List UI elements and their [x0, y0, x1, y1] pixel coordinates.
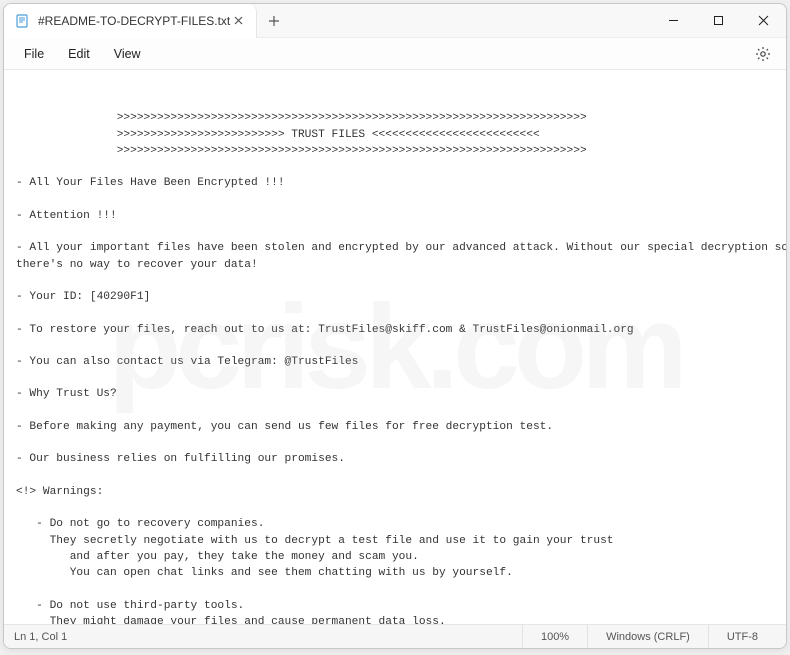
file-tab[interactable]: #README-TO-DECRYPT-FILES.txt [4, 4, 257, 38]
menu-view[interactable]: View [102, 43, 153, 65]
titlebar: #README-TO-DECRYPT-FILES.txt [4, 4, 786, 38]
tab-title: #README-TO-DECRYPT-FILES.txt [38, 14, 230, 28]
statusbar: Ln 1, Col 1 100% Windows (CRLF) UTF-8 [4, 624, 786, 648]
menu-file[interactable]: File [12, 43, 56, 65]
text-line: - Your ID: [40290F1] [16, 291, 150, 303]
gear-icon [755, 46, 771, 62]
text-line: - Before making any payment, you can sen… [16, 421, 553, 433]
status-position: Ln 1, Col 1 [14, 631, 522, 643]
status-eol: Windows (CRLF) [587, 625, 708, 648]
settings-button[interactable] [748, 39, 778, 69]
text-line: >>>>>>>>>>>>>>>>>>>>>>>>>>>>>>>>>>>>>>>>… [16, 112, 587, 124]
text-line: - All your important files have been sto… [16, 242, 786, 270]
tab-close-button[interactable] [230, 13, 246, 29]
text-line: >>>>>>>>>>>>>>>>>>>>>>>>> TRUST FILES <<… [16, 129, 540, 141]
notepad-icon [14, 13, 30, 29]
window-controls [651, 4, 786, 38]
menu-edit[interactable]: Edit [56, 43, 102, 65]
text-line: - To restore your files, reach out to us… [16, 324, 634, 336]
text-line: - Why Trust Us? [16, 388, 117, 400]
text-line: <!> Warnings: [16, 486, 103, 498]
maximize-button[interactable] [696, 4, 741, 38]
text-line: - Do not go to recovery companies. They … [16, 518, 614, 579]
text-editor-area[interactable]: pcrisk.com >>>>>>>>>>>>>>>>>>>>>>>>>>>>>… [4, 70, 786, 624]
new-tab-button[interactable] [257, 4, 291, 38]
status-zoom[interactable]: 100% [522, 625, 587, 648]
text-line: - You can also contact us via Telegram: … [16, 356, 358, 368]
close-button[interactable] [741, 4, 786, 38]
text-line: - Our business relies on fulfilling our … [16, 453, 345, 465]
text-line: - All Your Files Have Been Encrypted !!! [16, 177, 285, 189]
menubar: File Edit View [4, 38, 786, 70]
watermark: pcrisk.com [108, 260, 682, 434]
notepad-window: #README-TO-DECRYPT-FILES.txt File Edit V… [3, 3, 787, 649]
minimize-button[interactable] [651, 4, 696, 38]
text-line: - Do not use third-party tools. They mig… [16, 600, 446, 625]
status-encoding: UTF-8 [708, 625, 776, 648]
text-line: - Attention !!! [16, 210, 117, 222]
text-line: >>>>>>>>>>>>>>>>>>>>>>>>>>>>>>>>>>>>>>>>… [16, 145, 587, 157]
